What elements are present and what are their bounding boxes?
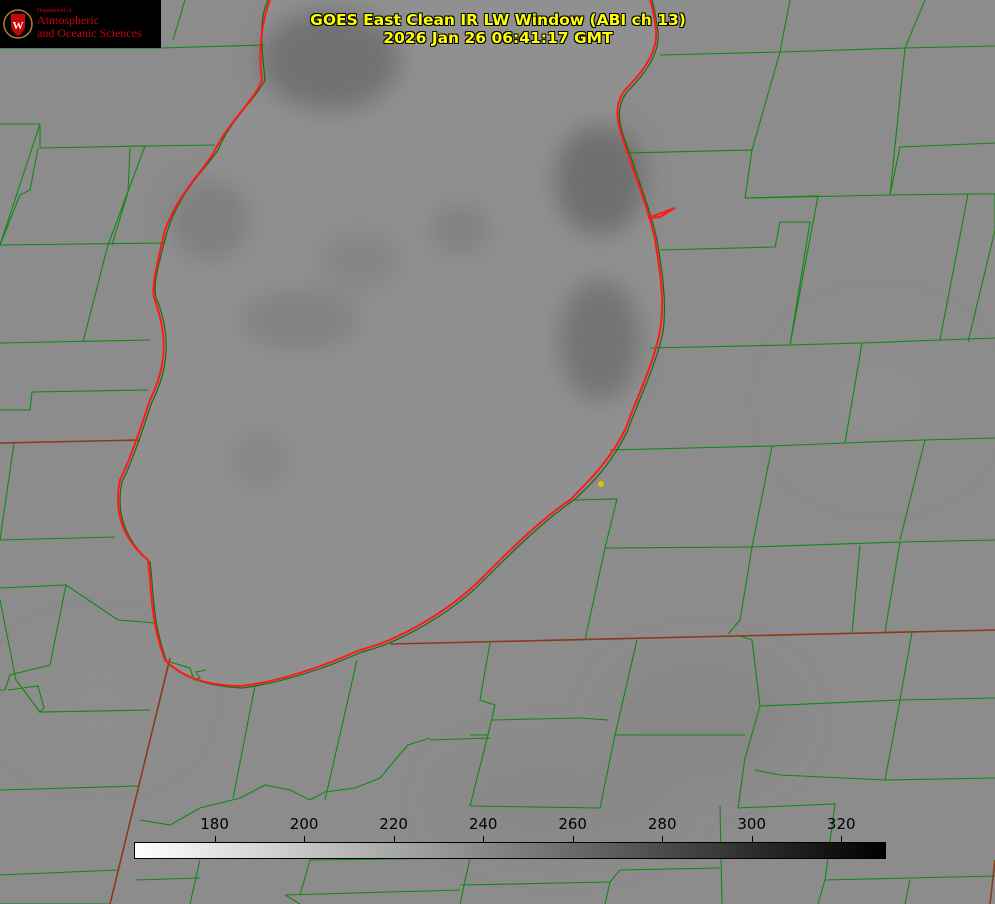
- colorbar-tick-mark: [214, 836, 216, 842]
- colorbar-tick-label: 280: [647, 815, 677, 833]
- colorbar-tick-mark: [304, 836, 306, 842]
- colorbar-tick-mark: [393, 836, 395, 842]
- colorbar-tick-label: 200: [289, 815, 319, 833]
- location-marker: [598, 481, 604, 487]
- colorbar-tick-mark: [751, 836, 753, 842]
- title-line1: GOES East Clean IR LW Window (ABI ch 13): [310, 11, 686, 29]
- uw-aos-logo: W Department of Atmospheric and Oceanic …: [0, 0, 161, 48]
- logo-line2: and Oceanic Sciences: [37, 26, 142, 41]
- colorbar-tick-label: 240: [468, 815, 498, 833]
- title-timestamp: 2026 Jan 26 06:41:17 GMT: [383, 29, 613, 47]
- colorbar-tick-mark: [483, 836, 485, 842]
- colorbar-tick-label: 320: [826, 815, 856, 833]
- colorbar-tick-label: 260: [558, 815, 587, 833]
- colorbar-tick-label: 220: [379, 815, 408, 833]
- colorbar-tick-mark: [572, 836, 574, 842]
- colorbar-tick-label: 300: [737, 815, 767, 833]
- colorbar-tick-mark: [841, 836, 843, 842]
- image-title: GOES East Clean IR LW Window (ABI ch 13)…: [298, 11, 698, 47]
- colorbar-tick-label: 180: [200, 815, 229, 833]
- colorbar-tick-mark: [662, 836, 664, 842]
- colorbar: [134, 842, 886, 859]
- seal-letter: W: [13, 20, 24, 32]
- satellite-map: [0, 0, 995, 904]
- logo-text: Department of Atmospheric and Oceanic Sc…: [37, 8, 142, 41]
- uw-crest-icon: W: [3, 9, 33, 39]
